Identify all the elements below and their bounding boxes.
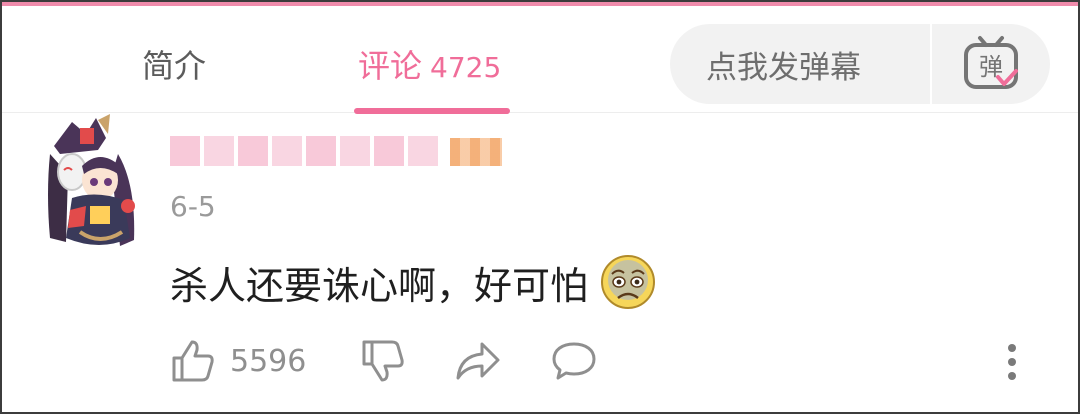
danmaku-input[interactable]: 点我发弹幕 [706, 42, 930, 87]
anime-avatar-icon [48, 114, 135, 246]
share-arrow-icon [456, 342, 500, 380]
more-vertical-icon [1008, 344, 1016, 380]
username-blur-block [374, 136, 404, 166]
avatar[interactable] [40, 114, 148, 254]
comment-text: 杀人还要诛心啊，好可怕 [170, 263, 589, 308]
comment-body[interactable]: 杀人还要诛心啊，好可怕 [170, 254, 656, 310]
comment-screen: 简介 评论 4725 点我发弹幕 弹 6-5 杀人还要诛心啊，好可怕 5596 [0, 0, 1080, 414]
danmaku-input-bar: 点我发弹幕 弹 [670, 24, 1050, 104]
danmaku-toggle-button[interactable]: 弹 [932, 24, 1050, 104]
username-blur-block [340, 136, 370, 166]
tab-intro-label: 简介 [142, 47, 207, 85]
username-blur-block [204, 136, 234, 166]
thumbs-up-icon [172, 340, 214, 382]
comment-date: 6-5 [170, 190, 216, 223]
like-count: 5596 [230, 343, 307, 379]
username-blur-block [306, 136, 336, 166]
fearful-face-emoji-icon [601, 255, 656, 309]
username-blur-block [170, 136, 200, 166]
like-button[interactable]: 5596 [170, 338, 306, 384]
username-blur-block [408, 136, 438, 166]
more-options-button[interactable] [1002, 338, 1022, 384]
username-blur-block [272, 136, 302, 166]
username-blur-block [238, 136, 268, 166]
username-blurred[interactable] [170, 136, 438, 166]
active-tab-indicator [354, 108, 510, 114]
tab-bar: 简介 评论 4725 点我发弹幕 弹 [2, 6, 1078, 114]
tab-intro[interactable]: 简介 [142, 40, 206, 92]
tab-comments[interactable]: 评论 4725 [358, 40, 501, 94]
share-button[interactable] [454, 338, 502, 384]
thumbs-down-icon [362, 340, 404, 382]
dislike-button[interactable] [360, 338, 406, 384]
comment-actions: 5596 [170, 338, 1038, 388]
danmaku-icon: 弹 [964, 36, 1018, 89]
tab-comments-label: 评论 [358, 47, 423, 85]
reply-button[interactable] [550, 338, 598, 384]
comment-bubble-icon [552, 342, 596, 380]
level-badge-blurred [450, 138, 502, 166]
tab-comments-count: 4725 [430, 51, 502, 84]
